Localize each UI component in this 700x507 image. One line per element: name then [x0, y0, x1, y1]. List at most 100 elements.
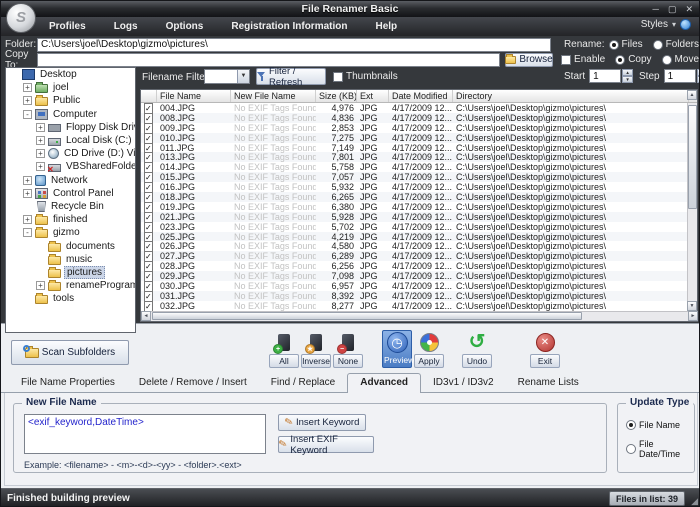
- table-row[interactable]: ✓019.JPGNo EXIF Tags Found6,380JPG4/17/2…: [141, 202, 697, 212]
- table-row[interactable]: ✓016.JPGNo EXIF Tags Found5,932JPG4/17/2…: [141, 182, 697, 192]
- browse-button[interactable]: Browse: [505, 53, 553, 67]
- expand-icon[interactable]: +: [36, 149, 45, 158]
- row-checkbox[interactable]: ✓: [144, 192, 153, 202]
- tree-item-pictures[interactable]: pictures: [6, 266, 135, 279]
- expand-icon[interactable]: +: [23, 176, 32, 185]
- update-type-radio-file-name[interactable]: File Name: [626, 420, 694, 430]
- row-checkbox[interactable]: ✓: [144, 162, 153, 172]
- tree-item-floppy-disk-drive-a[interactable]: +Floppy Disk Drive (A:): [6, 121, 135, 134]
- column-header-file-name[interactable]: File Name: [157, 90, 231, 102]
- maximize-button[interactable]: ▢: [668, 2, 677, 16]
- row-checkbox[interactable]: ✓: [144, 123, 153, 133]
- tree-item-public[interactable]: +Public: [6, 94, 135, 107]
- row-checkbox[interactable]: ✓: [144, 301, 153, 311]
- menu-item-options[interactable]: Options: [156, 19, 214, 34]
- row-checkbox[interactable]: ✓: [144, 182, 153, 192]
- rename-radio-folders[interactable]: Folders: [653, 39, 699, 50]
- expand-icon[interactable]: +: [36, 136, 45, 145]
- vertical-scrollbar[interactable]: ▲ ▼: [687, 103, 697, 311]
- close-button[interactable]: ✕: [685, 2, 693, 16]
- tab-rename-lists[interactable]: Rename Lists: [506, 374, 591, 392]
- tab-delete-remove-insert[interactable]: Delete / Remove / Insert: [127, 374, 259, 392]
- update-type-radio-file-date-time[interactable]: File Date/Time: [626, 439, 694, 459]
- rename-radio-files[interactable]: Files: [609, 39, 643, 50]
- row-checkbox[interactable]: ✓: [144, 281, 153, 291]
- scroll-down-icon[interactable]: ▼: [687, 301, 697, 311]
- inverse-button[interactable]: ★Inverse: [301, 330, 331, 368]
- table-row[interactable]: ✓023.JPGNo EXIF Tags Found5,702JPG4/17/2…: [141, 222, 697, 232]
- menu-item-registration-information[interactable]: Registration Information: [221, 19, 357, 34]
- exit-button[interactable]: ✕Exit: [530, 330, 560, 368]
- expand-icon[interactable]: +: [36, 281, 45, 290]
- table-row[interactable]: ✓032.JPGNo EXIF Tags Found8,277JPG4/17/2…: [141, 301, 697, 311]
- table-row[interactable]: ✓013.JPGNo EXIF Tags Found7,801JPG4/17/2…: [141, 152, 697, 162]
- tree-item-tools[interactable]: tools: [6, 292, 135, 305]
- tree-item-network[interactable]: +Network: [6, 174, 135, 187]
- row-checkbox[interactable]: ✓: [144, 261, 153, 271]
- filename-filter-combobox[interactable]: ▼: [204, 69, 250, 84]
- column-header-directory[interactable]: Directory: [453, 90, 689, 102]
- tree-item-joel[interactable]: +joel: [6, 81, 135, 94]
- tree-item-desktop[interactable]: Desktop: [6, 68, 135, 81]
- folder-input[interactable]: [37, 38, 551, 52]
- tree-item-computer[interactable]: -Computer: [6, 108, 135, 121]
- none-button[interactable]: −None: [333, 330, 363, 368]
- row-checkbox[interactable]: ✓: [144, 152, 153, 162]
- copy-to-input[interactable]: [37, 53, 500, 67]
- insert-exif-keyword-button[interactable]: ✎ Insert EXIF Keyword: [278, 436, 374, 453]
- menu-item-logs[interactable]: Logs: [104, 19, 148, 34]
- thumbnails-checkbox[interactable]: Thumbnails: [333, 71, 398, 82]
- row-checkbox[interactable]: ✓: [144, 291, 153, 301]
- row-checkbox[interactable]: ✓: [144, 232, 153, 242]
- start-input[interactable]: [589, 69, 621, 83]
- expand-icon[interactable]: +: [23, 215, 32, 224]
- vertical-scroll-thumb[interactable]: [688, 105, 697, 209]
- column-header-date-modified[interactable]: Date Modified: [389, 90, 453, 102]
- row-checkbox[interactable]: ✓: [144, 202, 153, 212]
- table-row[interactable]: ✓008.JPGNo EXIF Tags Found4,836JPG4/17/2…: [141, 113, 697, 123]
- row-checkbox[interactable]: ✓: [144, 103, 153, 113]
- column-header-size-kb[interactable]: Size (KB): [316, 90, 357, 102]
- expand-icon[interactable]: +: [23, 189, 32, 198]
- resize-grip[interactable]: ◢: [691, 496, 698, 507]
- menu-item-profiles[interactable]: Profiles: [39, 19, 96, 34]
- expand-icon[interactable]: +: [36, 162, 45, 171]
- expand-icon[interactable]: +: [23, 83, 32, 92]
- table-row[interactable]: ✓015.JPGNo EXIF Tags Found7,057JPG4/17/2…: [141, 172, 697, 182]
- table-row[interactable]: ✓014.JPGNo EXIF Tags Found5,758JPG4/17/2…: [141, 162, 697, 172]
- table-row[interactable]: ✓011.JPGNo EXIF Tags Found7,149JPG4/17/2…: [141, 143, 697, 153]
- scroll-right-icon[interactable]: ►: [688, 311, 698, 321]
- styles-menu[interactable]: Styles ▾: [641, 19, 691, 30]
- expand-icon[interactable]: +: [23, 96, 32, 105]
- scan-subfolders-button[interactable]: Scan Subfolders: [11, 340, 129, 365]
- table-row[interactable]: ✓030.JPGNo EXIF Tags Found6,957JPG4/17/2…: [141, 281, 697, 291]
- tree-item-control-panel[interactable]: +Control Panel: [6, 187, 135, 200]
- menu-item-help[interactable]: Help: [365, 19, 407, 34]
- filter-refresh-button[interactable]: Filter / Refresh: [256, 68, 326, 85]
- row-checkbox[interactable]: ✓: [144, 133, 153, 143]
- scroll-up-icon[interactable]: ▲: [687, 90, 697, 100]
- undo-button[interactable]: ↺Undo: [462, 330, 492, 368]
- collapse-icon[interactable]: -: [23, 110, 32, 119]
- table-row[interactable]: ✓031.JPGNo EXIF Tags Found8,392JPG4/17/2…: [141, 291, 697, 301]
- collapse-icon[interactable]: -: [23, 228, 32, 237]
- tree-item-music[interactable]: music: [6, 253, 135, 266]
- expand-icon[interactable]: +: [36, 123, 45, 132]
- tree-item-renameprograms[interactable]: +renamePrograms: [6, 279, 135, 292]
- tree-item-gizmo[interactable]: -gizmo: [6, 226, 135, 239]
- table-row[interactable]: ✓025.JPGNo EXIF Tags Found4,219JPG4/17/2…: [141, 232, 697, 242]
- tab-file-name-properties[interactable]: File Name Properties: [9, 374, 127, 392]
- tab-id3v1-id3v2[interactable]: ID3v1 / ID3v2: [421, 374, 506, 392]
- row-checkbox[interactable]: ✓: [144, 172, 153, 182]
- row-checkbox[interactable]: ✓: [144, 251, 153, 261]
- tree-item-recycle-bin[interactable]: Recycle Bin: [6, 200, 135, 213]
- row-checkbox[interactable]: ✓: [144, 241, 153, 251]
- enable-checkbox[interactable]: Enable: [561, 54, 605, 65]
- tree-item-vbsharedfolder-vboxsvr-z[interactable]: +VBSharedFolder (\\vboxsvr) (Z: [6, 160, 135, 173]
- all-button[interactable]: +All: [269, 330, 299, 368]
- row-checkbox[interactable]: ✓: [144, 113, 153, 123]
- step-spinner[interactable]: ▲▼: [697, 69, 700, 83]
- table-row[interactable]: ✓028.JPGNo EXIF Tags Found6,256JPG4/17/2…: [141, 261, 697, 271]
- step-input[interactable]: [664, 69, 696, 83]
- row-checkbox[interactable]: ✓: [144, 143, 153, 153]
